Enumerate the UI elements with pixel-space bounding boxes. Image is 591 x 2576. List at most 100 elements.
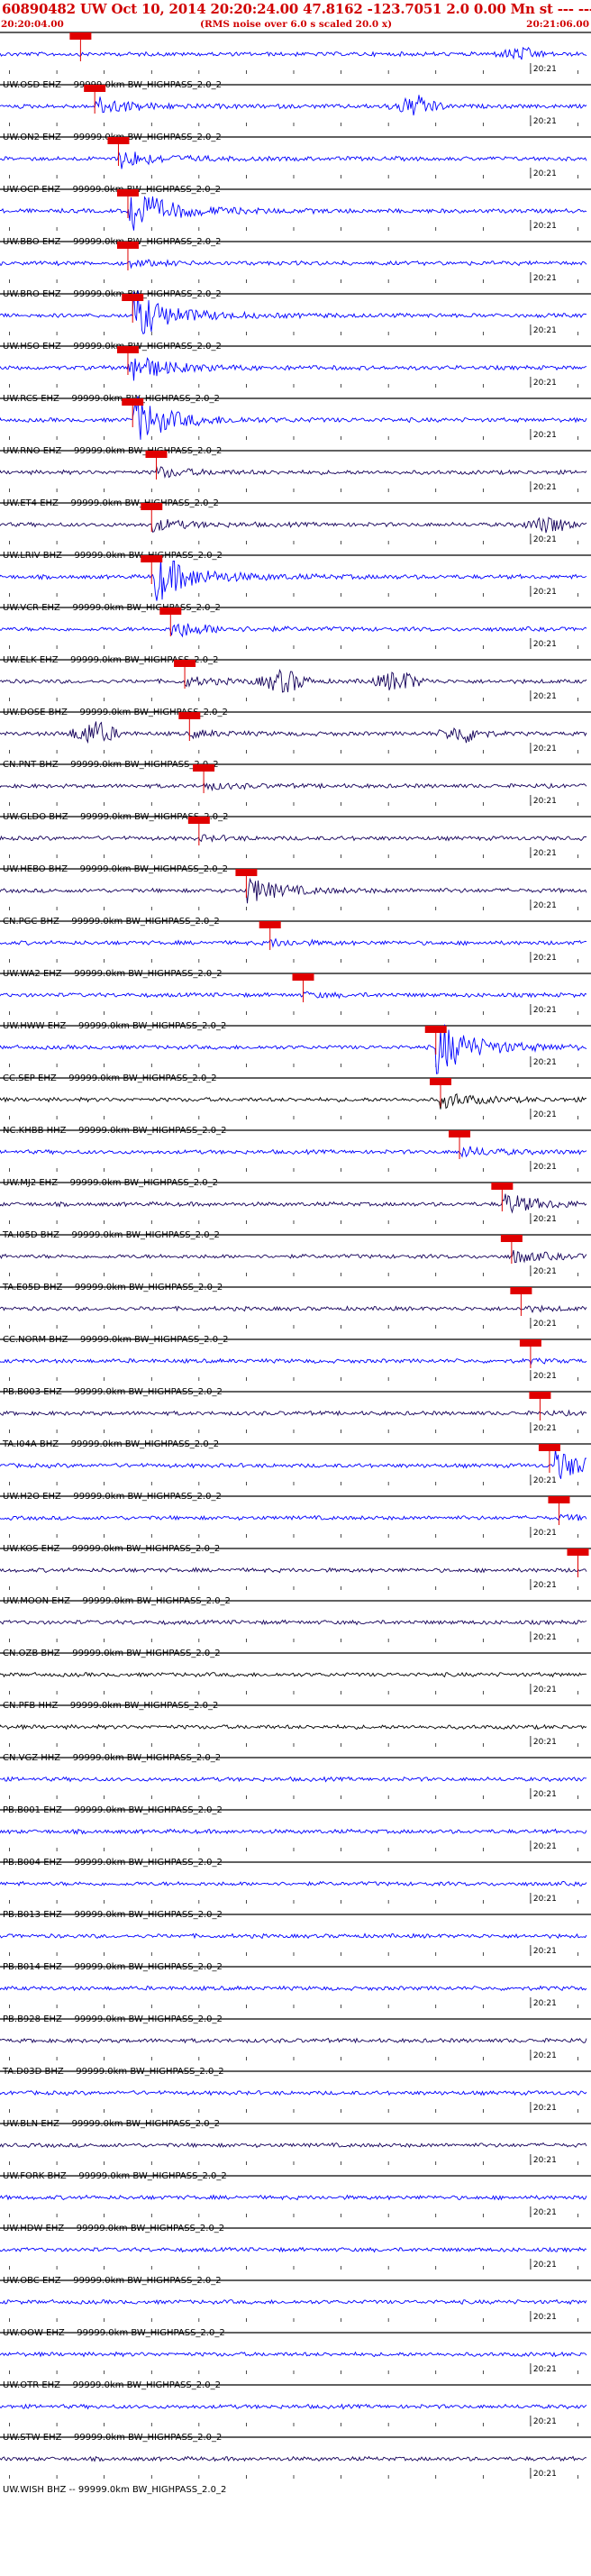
- minute-tick-label: 20:21: [533, 797, 557, 806]
- minute-tick-label: 20:21: [533, 1842, 557, 1851]
- minute-tick-label: 20:21: [533, 169, 557, 178]
- trace-0: 20:21UW.OSD EHZ -- 99999.0km BW_HIGHPASS…: [0, 32, 591, 90]
- minute-tick-label: 20:21: [533, 640, 557, 649]
- trace-20: 20:21NC.KHBB HHZ -- 99999.0km BW_HIGHPAS…: [0, 1077, 591, 1136]
- minute-tick-label: 20:21: [533, 1895, 557, 1904]
- minute-tick-label: 20:21: [533, 431, 557, 440]
- waveform: [0, 357, 587, 381]
- pick-marker: [519, 1339, 541, 1347]
- trace-27: 20:21UW.H2O EHZ -- 99999.0km BW_HIGHPASS…: [0, 1443, 591, 1502]
- pick-marker: [548, 1496, 570, 1503]
- minute-tick-label: 20:21: [533, 65, 557, 74]
- waveform: [0, 2037, 587, 2044]
- trace-25: 20:21PB.B003 EHZ -- 99999.0km BW_HIGHPAS…: [0, 1338, 591, 1397]
- minute-tick-label: 20:21: [533, 588, 557, 597]
- trace-38: 20:21TA.D03D BHZ -- 99999.0km BW_HIGHPAS…: [0, 2018, 591, 2077]
- minute-tick-label: 20:21: [533, 2365, 557, 2374]
- minute-tick-label: 20:21: [533, 535, 557, 544]
- trace-4: 20:21UW.BRO EHZ -- 99999.0km BW_HIGHPASS…: [0, 241, 591, 299]
- minute-tick-label: 20:21: [533, 692, 557, 701]
- pick-marker: [292, 973, 314, 981]
- trace-13: 20:21CN.PNT BHZ -- 99999.0km BW_HIGHPASS…: [0, 711, 591, 770]
- minute-tick-label: 20:21: [533, 849, 557, 858]
- pick-marker: [187, 817, 210, 824]
- minute-tick-label: 20:21: [533, 901, 557, 910]
- trace-17: 20:21UW.WA2 EHZ -- 99999.0km BW_HIGHPASS…: [0, 920, 591, 979]
- pick-marker: [500, 1235, 523, 1242]
- waveform: [0, 1357, 587, 1366]
- minute-tick-label: 20:21: [533, 1738, 557, 1747]
- waveform: [0, 1671, 587, 1678]
- pick-marker: [491, 1183, 514, 1190]
- pick-marker: [193, 764, 215, 772]
- trace-3: 20:21UW.BBO EHZ -- 99999.0km BW_HIGHPASS…: [0, 188, 591, 247]
- trace-21: 20:21UW.MJ2 EHZ -- 99999.0km BW_HIGHPASS…: [0, 1129, 591, 1188]
- pick-marker: [259, 921, 281, 928]
- pick-marker: [430, 1078, 451, 1085]
- waveform: [0, 1409, 587, 1417]
- pick-marker: [107, 137, 130, 144]
- pick-marker: [159, 607, 182, 615]
- waveform: [0, 1932, 587, 1940]
- trace-45: 20:21UW.STW EHZ -- 99999.0km BW_HIGHPASS…: [0, 2384, 591, 2443]
- trace-19: 20:21CC.SEP EHZ -- 99999.0km BW_HIGHPASS…: [0, 1024, 591, 1083]
- minute-tick-label: 20:21: [533, 1424, 557, 1433]
- waveform: [0, 2142, 587, 2149]
- minute-tick-label: 20:21: [533, 2104, 557, 2113]
- minute-tick-label: 20:21: [533, 1581, 557, 1590]
- trace-7: 20:21UW.RNO EHZ -- 99999.0km BW_HIGHPASS…: [0, 396, 591, 456]
- pick-marker: [449, 1130, 471, 1137]
- minute-tick-label: 20:21: [533, 222, 557, 231]
- waveform: [0, 2089, 587, 2096]
- minute-tick-label: 20:21: [533, 954, 557, 963]
- waveform: [0, 151, 587, 169]
- minute-tick-label: 20:21: [533, 2051, 557, 2060]
- trace-35: 20:21PB.B013 EHZ -- 99999.0km BW_HIGHPAS…: [0, 1861, 591, 1920]
- pick-marker: [122, 294, 144, 301]
- pick-marker: [122, 398, 144, 406]
- pick-marker: [116, 242, 139, 249]
- pick-marker: [141, 555, 163, 562]
- trace-8: 20:21UW.ET4 EHZ -- 99999.0km BW_HIGHPASS…: [0, 450, 591, 508]
- trace-15: 20:21UW.HEBO BHZ -- 99999.0km BW_HIGHPAS…: [0, 816, 591, 874]
- minute-tick-label: 20:21: [533, 274, 557, 283]
- minute-tick-label: 20:21: [533, 1529, 557, 1538]
- trace-40: 20:21UW.FORK BHZ -- 99999.0km BW_HIGHPAS…: [0, 2123, 591, 2181]
- trace-34: 20:21PB.B004 EHZ -- 99999.0km BW_HIGHPAS…: [0, 1809, 591, 1868]
- waveform: [0, 1449, 587, 1479]
- trace-39: 20:21UW.BLN EHZ -- 99999.0km BW_HIGHPASS…: [0, 2070, 591, 2129]
- trace-41: 20:21UW.HDW EHZ -- 99999.0km BW_HIGHPASS…: [0, 2175, 591, 2233]
- waveform: [0, 2298, 587, 2306]
- minute-tick-label: 20:21: [533, 744, 557, 754]
- trace-14: 20:21UW.GLDO BHZ -- 99999.0km BW_HIGHPAS…: [0, 763, 591, 822]
- trace-32: 20:21CN.VGZ HHZ -- 99999.0km BW_HIGHPASS…: [0, 1704, 591, 1763]
- pick-marker: [116, 189, 139, 196]
- waveform: [0, 877, 587, 904]
- trace-11: 20:21UW.ELK EHZ -- 99999.0km BW_HIGHPASS…: [0, 607, 591, 665]
- minute-tick-label: 20:21: [533, 2417, 557, 2426]
- trace-30: 20:21CN.OZB BHZ -- 99999.0km BW_HIGHPASS…: [0, 1600, 591, 1658]
- waveform: [0, 1093, 587, 1110]
- minute-tick-label: 20:21: [533, 1790, 557, 1799]
- minute-tick-label: 20:21: [533, 1476, 557, 1485]
- trace-23: 20:21TA.E05D BHZ -- 99999.0km BW_HIGHPAS…: [0, 1234, 591, 1293]
- waveform: [0, 1619, 587, 1626]
- minute-tick-label: 20:21: [533, 1163, 557, 1172]
- trace-10: 20:21UW.VCR EHZ -- 99999.0km BW_HIGHPASS…: [0, 554, 591, 613]
- waveform: [0, 1880, 587, 1887]
- trace-9: 20:21UW.LRIV BHZ -- 99999.0km BW_HIGHPAS…: [0, 502, 591, 561]
- trace-16: 20:21CN.PGC BHZ -- 99999.0km BW_HIGHPASS…: [0, 868, 591, 927]
- minute-tick-label: 20:21: [533, 1633, 557, 1642]
- waveform: [0, 466, 587, 480]
- minute-tick-label: 20:21: [533, 1058, 557, 1067]
- waveform: [0, 516, 587, 534]
- minute-tick-label: 20:21: [533, 117, 557, 126]
- pick-marker: [174, 660, 196, 667]
- pick-marker: [567, 1548, 589, 1556]
- waveform: [0, 834, 587, 843]
- trace-2: 20:21UW.OCP EHZ -- 99999.0km BW_HIGHPASS…: [0, 136, 591, 195]
- pick-marker: [178, 712, 201, 719]
- minute-tick-label: 20:21: [533, 1215, 557, 1224]
- trace-37: 20:21PB.B928 EHZ -- 99999.0km BW_HIGHPAS…: [0, 1966, 591, 2024]
- pick-marker: [84, 85, 106, 92]
